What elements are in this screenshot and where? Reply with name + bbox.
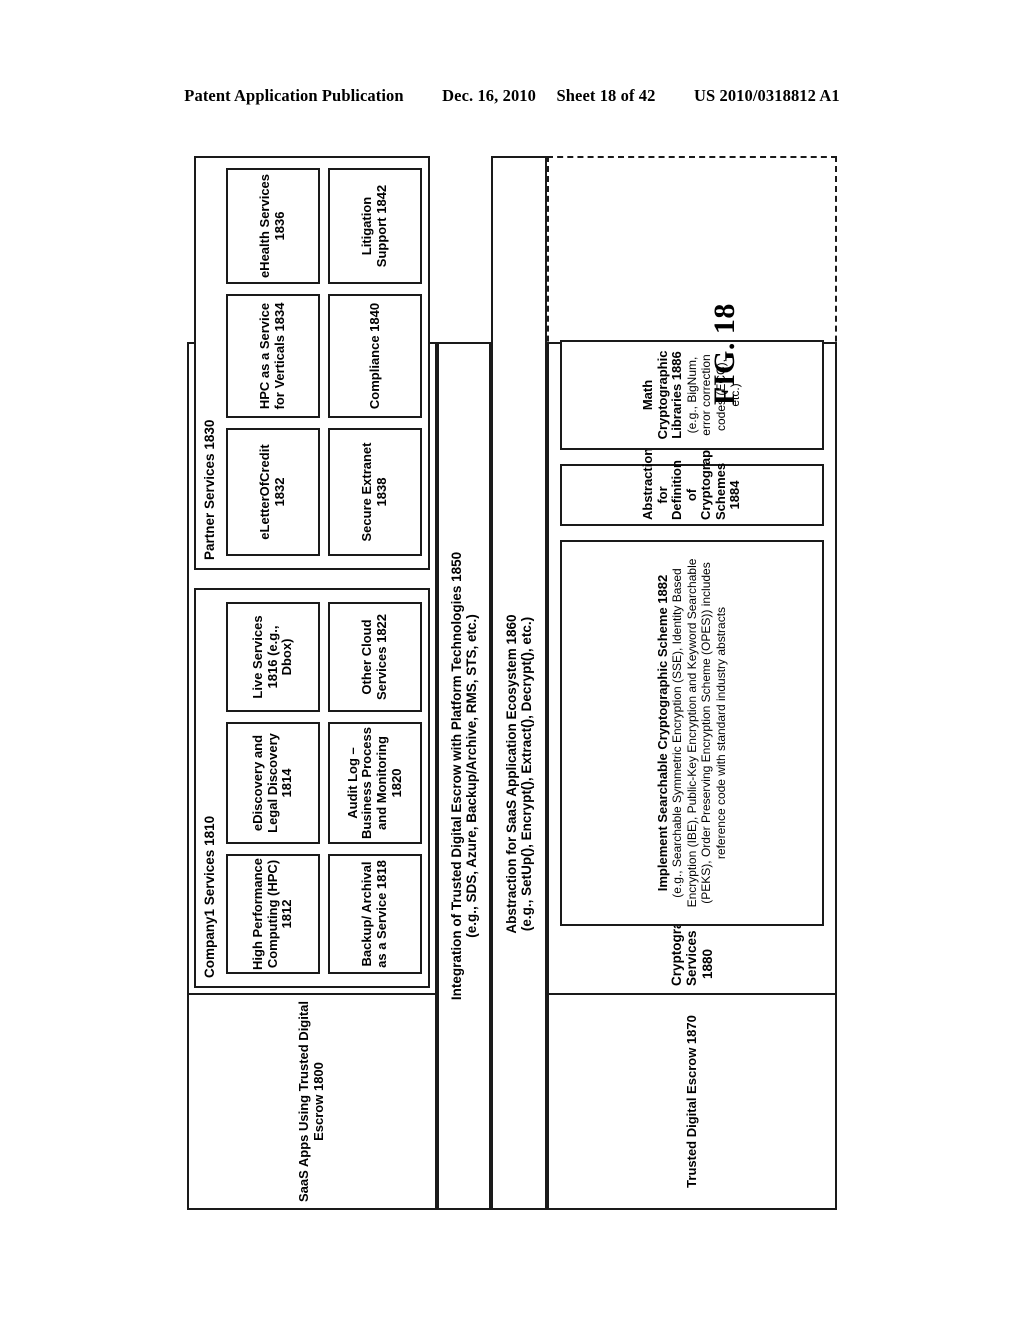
company1-box-hpc-label: High Performance Computing (HPC) 1812 — [250, 858, 295, 970]
partner-box-hpc-verticals-label: HPC as a Service for Verticals 1834 — [257, 302, 287, 410]
band-abstraction-1860-title: Abstraction for SaaS Application Ecosyst… — [503, 614, 519, 934]
band-integration-1850-detail: (e.g., SDS, Azure, Backup/Archive, RMS, … — [464, 614, 479, 938]
saas-apps-label-divider — [187, 993, 437, 995]
crypto-box-searchable-scheme-detail: (e.g., Searchable Symmetric Encryption (… — [670, 558, 728, 908]
saas-apps-group-label-text: SaaS Apps Using Trusted Digital Escrow 1… — [296, 1000, 326, 1203]
band-abstraction-1860[interactable]: Abstraction for SaaS Application Ecosyst… — [491, 156, 547, 1210]
partner-box-litigation-support[interactable]: Litigation Support 1842 — [328, 168, 422, 284]
company1-box-live-services[interactable]: Live Services 1816 (e.g., Dbox) — [226, 602, 320, 712]
company1-box-backup-archival[interactable]: Backup/ Archival as a Service 1818 — [328, 854, 422, 974]
cryptographic-services-title: Cryptographic Services 1880 — [547, 893, 837, 988]
trusted-digital-escrow-label-divider — [547, 993, 837, 995]
company1-box-other-cloud[interactable]: Other Cloud Services 1822 — [328, 602, 422, 712]
partner-services-title: Partner Services 1830 — [198, 152, 222, 566]
crypto-box-abstraction-definition-content: Abstraction for Definition of Cryptograp… — [562, 431, 822, 524]
trusted-digital-escrow-group-label: Trusted Digital Escrow 1870 — [549, 995, 835, 1208]
partner-box-secure-extranet[interactable]: Secure Extranet 1838 — [328, 428, 422, 556]
header-spacer-3 — [660, 86, 690, 106]
crypto-box-searchable-scheme-title: Implement Searchable Cryptographic Schem… — [654, 574, 670, 892]
band-integration-1850-label: Integration of Trusted Digital Escrow wi… — [439, 344, 489, 1208]
partner-box-hpc-verticals[interactable]: HPC as a Service for Verticals 1834 — [226, 294, 320, 418]
company1-services-title: Company1 Services 1810 — [198, 584, 222, 984]
company1-box-audit-log-label: Audit Log – Business Process and Monitor… — [344, 727, 404, 840]
partner-box-compliance-label: Compliance 1840 — [366, 302, 382, 410]
partner-box-eletterofcredit-label: eLetterOfCredit 1832 — [257, 444, 287, 540]
company1-box-hpc[interactable]: High Performance Computing (HPC) 1812 — [226, 854, 320, 974]
company1-box-other-cloud-label: Other Cloud Services 1822 — [359, 613, 389, 701]
figure-caption-text: FIG. 18 — [708, 303, 741, 405]
band-integration-1850-title: Integration of Trusted Digital Escrow wi… — [448, 551, 464, 1001]
crypto-box-searchable-scheme-content: Implement Searchable Cryptographic Schem… — [562, 542, 822, 924]
header-sheet: Sheet 18 of 42 — [556, 86, 656, 105]
partner-box-ehealth[interactable]: eHealth Services 1836 — [226, 168, 320, 284]
company1-services-title-text: Company1 Services 1810 — [202, 815, 218, 978]
partner-box-compliance[interactable]: Compliance 1840 — [328, 294, 422, 418]
partner-box-eletterofcredit[interactable]: eLetterOfCredit 1832 — [226, 428, 320, 556]
header-date: Dec. 16, 2010 — [442, 86, 536, 105]
page-header: Patent Application Publication Dec. 16, … — [0, 86, 1024, 106]
company1-box-live-services-label: Live Services 1816 (e.g., Dbox) — [250, 615, 295, 699]
band-integration-1850[interactable]: Integration of Trusted Digital Escrow wi… — [437, 342, 491, 1210]
crypto-box-abstraction-definition[interactable]: Abstraction for Definition of Cryptograp… — [560, 431, 824, 526]
partner-box-litigation-support-label: Litigation Support 1842 — [359, 184, 389, 268]
partner-services-title-text: Partner Services 1830 — [202, 419, 218, 560]
band-abstraction-1860-label: Abstraction for SaaS Application Ecosyst… — [493, 340, 545, 1208]
company1-box-ediscovery[interactable]: eDiscovery and Legal Discovery 1814 — [226, 722, 320, 844]
partner-box-ehealth-label: eHealth Services 1836 — [257, 173, 287, 279]
company1-box-audit-log[interactable]: Audit Log – Business Process and Monitor… — [328, 722, 422, 844]
trusted-digital-escrow-group-label-text: Trusted Digital Escrow 1870 — [683, 1015, 699, 1188]
header-spacer-1 — [408, 86, 438, 106]
crypto-box-math-libraries-title: Math Cryptographic Libraries 1886 — [640, 350, 685, 440]
company1-box-backup-archival-label: Backup/ Archival as a Service 1818 — [359, 860, 389, 968]
partner-box-secure-extranet-label: Secure Extranet 1838 — [359, 442, 389, 542]
band-abstraction-1860-detail: (e.g., SetUp(), Encrypt(), Extract(), De… — [519, 616, 534, 932]
header-doc-number: US 2010/0318812 A1 — [693, 86, 840, 105]
header-publication: Patent Application Publication — [184, 86, 404, 105]
figure-caption: FIG. 18 — [708, 303, 858, 405]
header-spacer-2 — [540, 86, 552, 106]
saas-apps-group-label: SaaS Apps Using Trusted Digital Escrow 1… — [189, 995, 435, 1208]
company1-box-ediscovery-label: eDiscovery and Legal Discovery 1814 — [250, 733, 295, 833]
crypto-box-searchable-scheme[interactable]: Implement Searchable Cryptographic Schem… — [560, 540, 824, 926]
cryptographic-services-title-text: Cryptographic Services 1880 — [669, 893, 715, 986]
crypto-box-abstraction-definition-title: Abstraction for Definition of Cryptograp… — [640, 431, 743, 520]
